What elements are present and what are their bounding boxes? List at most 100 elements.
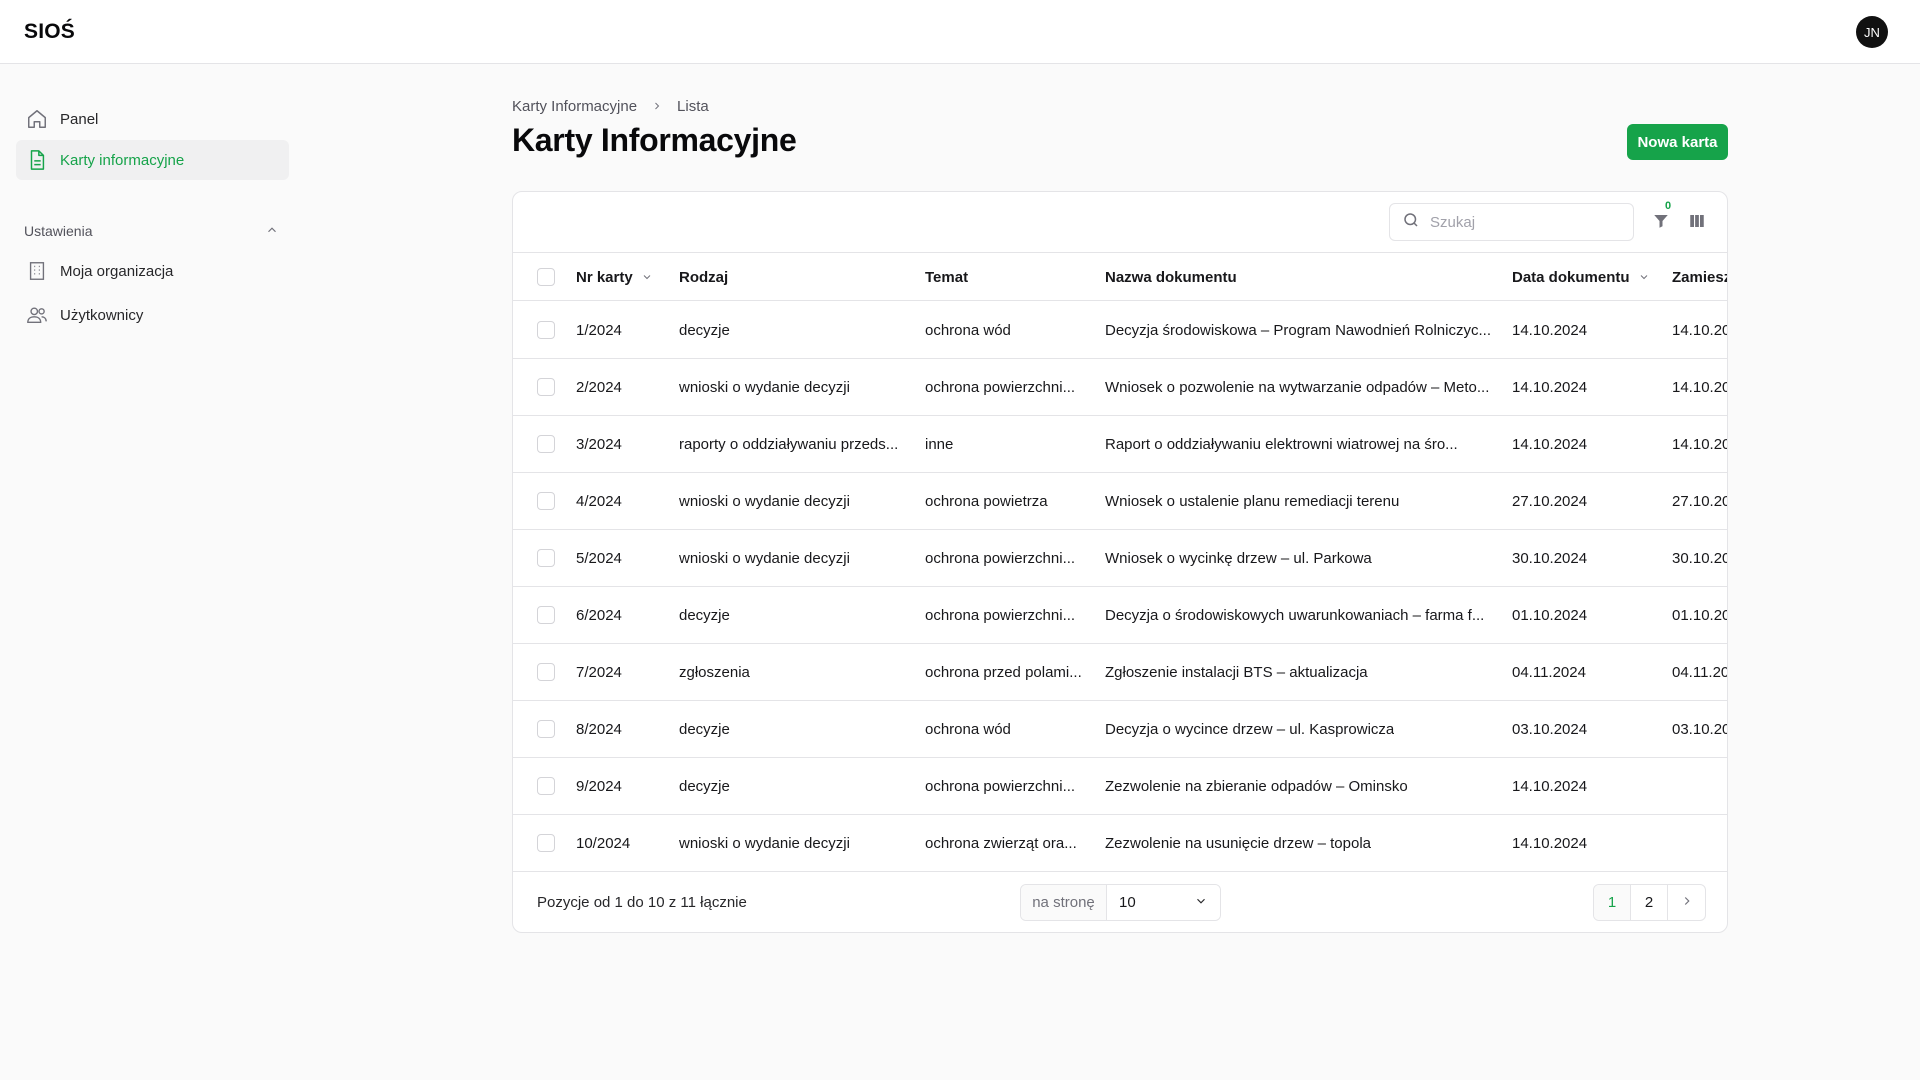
column-header-nazwa[interactable]: Nazwa dokumentu: [1105, 253, 1237, 301]
per-page-control: na stronę 10: [1020, 884, 1221, 921]
cell-nr-text: 3/2024: [576, 436, 622, 453]
per-page-select[interactable]: 10: [1107, 885, 1220, 920]
table-row[interactable]: 5/2024 wnioski o wydanie decyzji ochrona p…: [513, 530, 1727, 587]
cell-temat: ochrona wód: [925, 302, 1093, 359]
breadcrumb-parent[interactable]: Karty Informacyjne: [512, 98, 637, 115]
cell-temat-text: ochrona powierzchni...: [925, 778, 1076, 795]
table-row[interactable]: 10/2024 wnioski o wydanie decyzji ochrona …: [513, 815, 1727, 872]
cell-data: 14.10.2024: [1512, 416, 1652, 473]
top-bar: SIOŚ JN: [0, 0, 1920, 64]
new-card-button[interactable]: Nowa karta: [1627, 124, 1728, 160]
row-checkbox[interactable]: [537, 549, 555, 567]
column-header-rodzaj[interactable]: Rodzaj: [679, 253, 728, 301]
cell-zamieszczenie-text: 14.10.2024: [1672, 379, 1727, 396]
next-page-button[interactable]: [1668, 885, 1705, 920]
cell-zamieszczenie-text: 01.10.2024: [1672, 607, 1727, 624]
row-checkbox[interactable]: [537, 606, 555, 624]
cell-data: 14.10.2024: [1512, 302, 1652, 359]
filter-button[interactable]: [1649, 211, 1673, 235]
cell-data: 14.10.2024: [1512, 359, 1652, 416]
cell-nazwa: Decyzja środowiskowa – Program Nawodnień…: [1105, 302, 1497, 359]
cell-rodzaj-text: zgłoszenia: [679, 664, 750, 681]
column-header-label: Nr karty: [576, 268, 633, 286]
cell-data-text: 27.10.2024: [1512, 493, 1588, 510]
app-logo[interactable]: SIOŚ: [24, 20, 75, 44]
cell-nr-text: 6/2024: [576, 607, 622, 624]
cell-nazwa: Raport o oddziaływaniu elektrowni wiatro…: [1105, 416, 1497, 473]
cell-nazwa-text: Wniosek o pozwolenie na wytwarzanie odpa…: [1105, 379, 1490, 396]
cell-data-text: 01.10.2024: [1512, 607, 1588, 624]
cell-rodzaj: decyzje: [679, 701, 909, 758]
table-row[interactable]: 3/2024 raporty o oddziaływaniu przeds... i…: [513, 416, 1727, 473]
page-button-1[interactable]: 1: [1594, 885, 1631, 920]
sidebar: Panel Karty informacyjne Ustawienia Moja…: [0, 64, 300, 1080]
cell-nazwa-text: Wniosek o ustalenie planu remediacji ter…: [1105, 493, 1400, 510]
table-row[interactable]: 4/2024 wnioski o wydanie decyzji ochrona p…: [513, 473, 1727, 530]
select-all-checkbox[interactable]: [537, 268, 555, 286]
table-row[interactable]: 8/2024 decyzje ochrona wód Decyzja o wycinc…: [513, 701, 1727, 758]
cell-nazwa-text: Decyzja o środowiskowych uwarunkowaniach…: [1105, 607, 1485, 624]
search-input[interactable]: [1430, 213, 1620, 231]
cell-temat-text: ochrona wód: [925, 322, 1011, 339]
user-avatar[interactable]: JN: [1856, 16, 1888, 48]
per-page-label: na stronę: [1021, 885, 1107, 920]
chevron-up-icon: [265, 223, 279, 240]
cell-temat: ochrona wód: [925, 701, 1093, 758]
table-row[interactable]: 7/2024 zgłoszenia ochrona przed polami... Z…: [513, 644, 1727, 701]
cell-nazwa: Decyzja o środowiskowych uwarunkowaniach…: [1105, 587, 1497, 644]
column-header-temat[interactable]: Temat: [925, 253, 968, 301]
settings-section-toggle[interactable]: Ustawienia: [24, 219, 279, 243]
cell-data-text: 14.10.2024: [1512, 436, 1588, 453]
cell-nazwa: Zgłoszenie instalacji BTS – aktualizacja: [1105, 644, 1497, 701]
cell-data: 27.10.2024: [1512, 473, 1652, 530]
sidebar-item-karty[interactable]: Karty informacyjne: [16, 140, 289, 180]
chevron-right-icon: [651, 100, 663, 112]
table-row[interactable]: 2/2024 wnioski o wydanie decyzji ochrona p…: [513, 359, 1727, 416]
sidebar-item-panel[interactable]: Panel: [16, 99, 289, 139]
cell-data-text: 14.10.2024: [1512, 379, 1588, 396]
row-checkbox[interactable]: [537, 777, 555, 795]
columns-button[interactable]: [1685, 211, 1709, 235]
column-header-label: Rodzaj: [679, 268, 729, 286]
column-header-data[interactable]: Data dokumentu: [1512, 253, 1650, 301]
search-box[interactable]: [1389, 203, 1634, 241]
cell-nr: 4/2024: [576, 473, 666, 530]
table-row[interactable]: 1/2024 decyzje ochrona wód Decyzja środowis…: [513, 302, 1727, 359]
table-row[interactable]: 6/2024 decyzje ochrona powierzchni... Decyz…: [513, 587, 1727, 644]
page-button-2[interactable]: 2: [1631, 885, 1668, 920]
cell-nr-text: 9/2024: [576, 778, 622, 795]
cell-nr-text: 8/2024: [576, 721, 622, 738]
cell-nr: 2/2024: [576, 359, 666, 416]
row-checkbox[interactable]: [537, 663, 555, 681]
row-checkbox[interactable]: [537, 834, 555, 852]
row-checkbox[interactable]: [537, 435, 555, 453]
filter-count-badge: 0: [1665, 200, 1672, 212]
sidebar-item-uzytkownicy[interactable]: Użytkownicy: [16, 295, 289, 335]
cell-rodzaj: wnioski o wydanie decyzji: [679, 530, 909, 587]
cell-nr: 8/2024: [576, 701, 666, 758]
cell-rodzaj: zgłoszenia: [679, 644, 909, 701]
cell-rodzaj-text: decyzje: [679, 778, 730, 795]
row-checkbox[interactable]: [537, 321, 555, 339]
column-header-zamieszczenie[interactable]: Zamiesz: [1672, 253, 1727, 301]
chevron-right-icon: [1680, 894, 1694, 912]
sidebar-item-moja-organizacja[interactable]: Moja organizacja: [16, 251, 289, 291]
row-checkbox[interactable]: [537, 720, 555, 738]
cell-nazwa-text: Wniosek o wycinkę drzew – ul. Parkowa: [1105, 550, 1372, 567]
cell-rodzaj-text: decyzje: [679, 721, 730, 738]
row-checkbox[interactable]: [537, 492, 555, 510]
cell-data-text: 04.11.2024: [1512, 664, 1586, 681]
table-row[interactable]: 9/2024 decyzje ochrona powierzchni... Zezwo…: [513, 758, 1727, 815]
cell-nr: 9/2024: [576, 758, 666, 815]
cell-rodzaj-text: wnioski o wydanie decyzji: [679, 835, 850, 852]
cell-temat-text: inne: [925, 436, 954, 453]
row-checkbox[interactable]: [537, 378, 555, 396]
cell-zamieszczenie: 01.10.2024: [1672, 587, 1727, 644]
column-header-label: Data dokumentu: [1512, 268, 1630, 286]
cell-data: 30.10.2024: [1512, 530, 1652, 587]
cell-nazwa: Wniosek o wycinkę drzew – ul. Parkowa: [1105, 530, 1497, 587]
cell-zamieszczenie: 03.10.2024: [1672, 701, 1727, 758]
column-header-nr[interactable]: Nr karty: [576, 253, 653, 301]
cell-zamieszczenie-text: 04.11.2024: [1672, 664, 1727, 681]
cell-zamieszczenie-text: 30.10.2024: [1672, 550, 1727, 567]
